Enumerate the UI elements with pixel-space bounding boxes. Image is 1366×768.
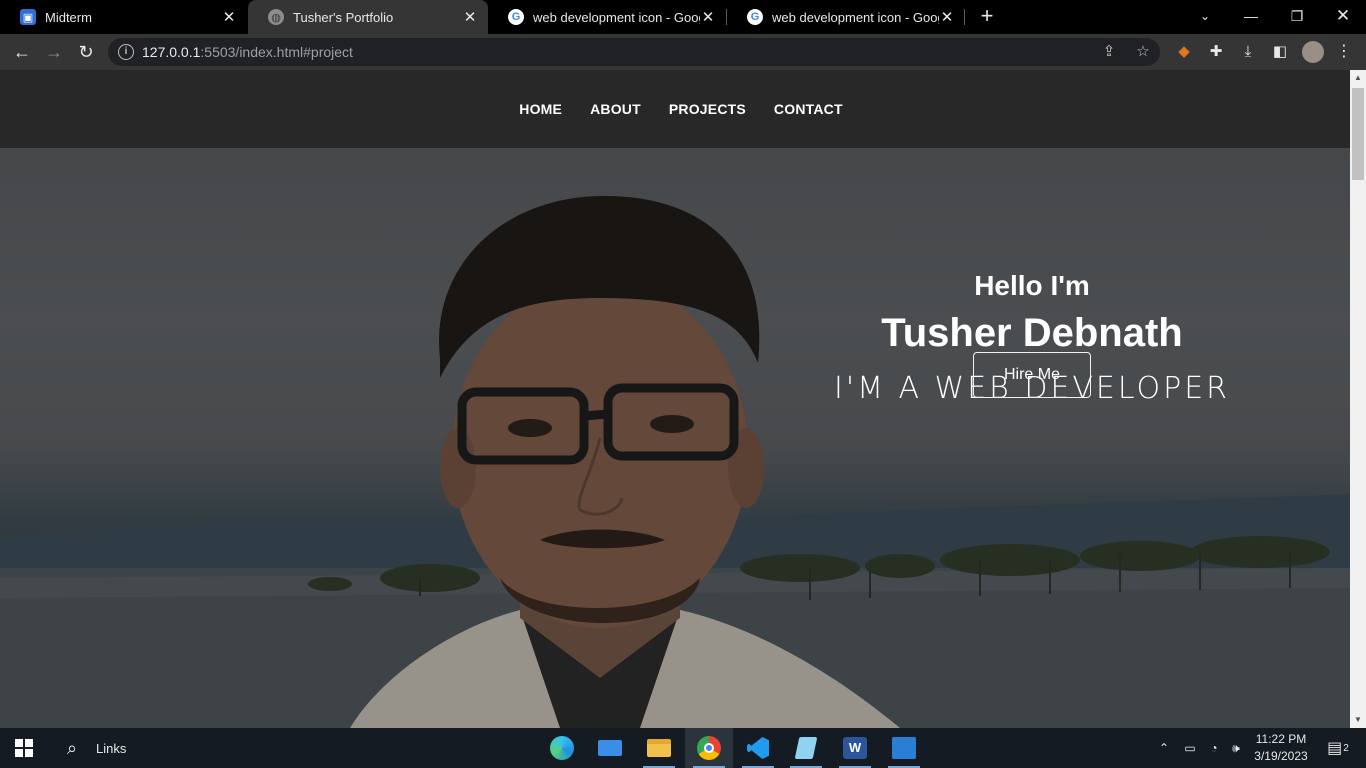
scrollbar-thumb[interactable] xyxy=(1352,88,1364,180)
tab-search-chevron-icon[interactable]: ⌄ xyxy=(1182,0,1228,34)
close-icon[interactable]: ✕ xyxy=(939,8,955,26)
notification-center-icon[interactable]: ▤ 2 xyxy=(1320,728,1356,768)
wifi-icon[interactable]: ◔ xyxy=(1204,728,1224,768)
windows-taskbar: ⌕ Links W ⌃ ▭ ◔ 🕪 11:22 PM 3/19/2023 ▤ 2 xyxy=(0,728,1366,768)
forward-arrow-icon[interactable]: → xyxy=(41,39,67,65)
close-icon[interactable]: ✕ xyxy=(462,8,478,26)
side-panel-icon[interactable]: ◧ xyxy=(1270,42,1290,62)
url-host: 127.0.0.1 xyxy=(142,44,201,60)
edge-icon[interactable] xyxy=(538,728,586,768)
download-icon[interactable]: ⤓ xyxy=(1238,42,1258,62)
google-icon: G xyxy=(747,9,763,25)
minimize-button[interactable]: — xyxy=(1228,0,1274,34)
tab-midterm[interactable]: ▣ Midterm ✕ xyxy=(0,0,247,34)
tab-title: web development icon - Google xyxy=(772,9,939,25)
scroll-up-arrow-icon[interactable]: ▲ xyxy=(1350,70,1366,86)
photos-icon[interactable] xyxy=(880,728,928,768)
windows-start-icon[interactable] xyxy=(0,728,48,768)
close-icon[interactable]: ✕ xyxy=(700,8,716,26)
notepad-icon[interactable] xyxy=(782,728,830,768)
clock-time: 11:22 PM xyxy=(1255,732,1307,746)
bookmark-star-icon[interactable]: ☆ xyxy=(1134,43,1152,61)
battery-icon[interactable]: ▭ xyxy=(1180,728,1200,768)
tab-title: web development icon - Google xyxy=(533,9,700,25)
page-scrollbar[interactable]: ▲ ▼ xyxy=(1350,70,1366,728)
tray-overflow-chevron-icon[interactable]: ⌃ xyxy=(1154,728,1174,768)
search-icon[interactable]: ⌕ xyxy=(56,728,88,768)
mail-icon[interactable] xyxy=(586,728,634,768)
volume-icon[interactable]: 🕪 xyxy=(1226,728,1246,768)
hero-name: Tusher Debnath xyxy=(881,311,1183,355)
hero-section: Hello I'm Tusher Debnath I'M A WEB DEVEL… xyxy=(0,148,1350,728)
nav-link-about[interactable]: ABOUT xyxy=(590,101,641,117)
globe-icon: ◍ xyxy=(268,9,284,25)
tab-google-search-2[interactable]: G web development icon - Google ✕ xyxy=(727,0,965,34)
menu-kebab-icon[interactable]: ⋮ xyxy=(1334,42,1354,62)
hero-greeting: Hello I'm xyxy=(974,270,1090,301)
new-tab-button[interactable]: + xyxy=(976,4,998,30)
taskbar-search-label[interactable]: Links xyxy=(96,728,136,768)
vscode-icon[interactable] xyxy=(734,728,782,768)
file-explorer-icon[interactable] xyxy=(635,728,683,768)
chrome-icon[interactable] xyxy=(685,728,733,768)
nav-link-contact[interactable]: CONTACT xyxy=(774,101,843,117)
metamask-extension-icon[interactable]: ◆ xyxy=(1174,42,1194,62)
address-url[interactable]: 127.0.0.1:5503/index.html#project xyxy=(142,44,353,60)
tab-google-search-1[interactable]: G web development icon - Google ✕ xyxy=(488,0,726,34)
tab-title: Midterm xyxy=(45,9,92,25)
back-arrow-icon[interactable]: ← xyxy=(9,39,35,65)
close-window-button[interactable]: ✕ xyxy=(1320,0,1366,34)
close-icon[interactable]: ✕ xyxy=(221,8,237,26)
address-bar[interactable]: i 127.0.0.1:5503/index.html#project ⇪ ☆ xyxy=(108,38,1160,66)
tab-title: Tusher's Portfolio xyxy=(293,9,394,25)
web-page: HOME ABOUT PROJECTS CONTACT Hello I'm Tu… xyxy=(0,70,1350,728)
url-path: :5503/index.html#project xyxy=(200,44,353,60)
nav-link-home[interactable]: HOME xyxy=(519,101,562,117)
tab-strip: ▣ Midterm ✕ ◍ Tusher's Portfolio ✕ G web… xyxy=(0,0,1366,34)
notification-count: 2 xyxy=(1343,742,1349,754)
site-navbar: HOME ABOUT PROJECTS CONTACT xyxy=(0,70,1350,148)
google-icon: G xyxy=(508,9,524,25)
tab-portfolio[interactable]: ◍ Tusher's Portfolio ✕ xyxy=(248,0,488,34)
extensions-puzzle-icon[interactable]: ✚ xyxy=(1206,42,1226,62)
screen: ▣ Midterm ✕ ◍ Tusher's Portfolio ✕ G web… xyxy=(0,0,1366,768)
browser-toolbar: ← → ↻ i 127.0.0.1:5503/index.html#projec… xyxy=(0,34,1366,70)
google-classroom-icon: ▣ xyxy=(20,9,36,25)
profile-avatar[interactable] xyxy=(1302,41,1324,63)
share-icon[interactable]: ⇪ xyxy=(1100,43,1118,61)
hero-background-photo xyxy=(0,148,1350,728)
clock-date: 3/19/2023 xyxy=(1254,749,1308,763)
system-clock[interactable]: 11:22 PM 3/19/2023 xyxy=(1252,731,1310,765)
word-icon[interactable]: W xyxy=(831,728,879,768)
hire-me-button[interactable]: Hire Me xyxy=(973,352,1091,398)
site-info-icon[interactable]: i xyxy=(118,44,134,60)
nav-link-projects[interactable]: PROJECTS xyxy=(669,101,746,117)
restore-button[interactable]: ❐ xyxy=(1274,0,1320,34)
scroll-down-arrow-icon[interactable]: ▼ xyxy=(1350,712,1366,728)
tab-separator xyxy=(964,9,965,25)
reload-icon[interactable]: ↻ xyxy=(73,39,99,65)
